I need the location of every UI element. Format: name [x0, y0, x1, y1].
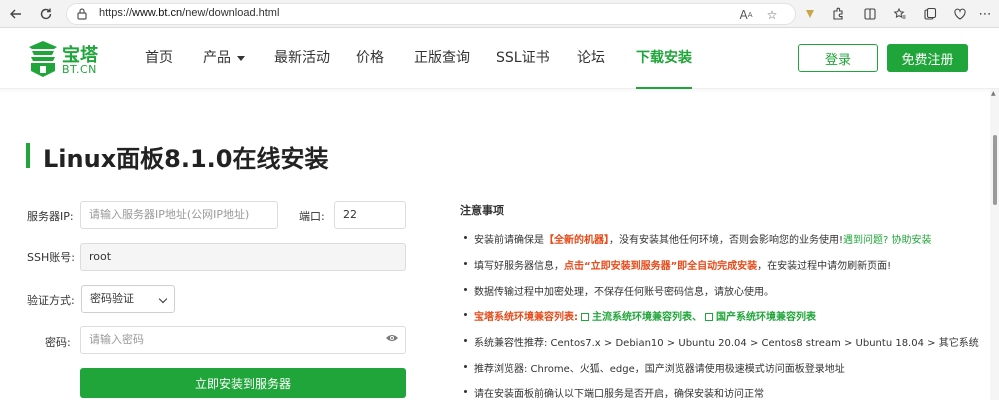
split-screen-icon[interactable]	[860, 4, 880, 24]
back-icon[interactable]	[5, 3, 27, 25]
more-menu-icon[interactable]: ⋯	[975, 4, 995, 24]
note-item: 填写好服务器信息，点击“立即安装到服务器”即全自动完成安装，在安装过程中请勿刷新…	[463, 257, 892, 272]
scroll-up-arrow-icon[interactable]: ▲	[991, 90, 996, 97]
port-label: 端口:	[299, 210, 325, 223]
domestic-compat-link[interactable]: 国产系统环境兼容列表	[716, 312, 816, 323]
note-item: 安装前请确保是【全新的机器】，没有安装其他任何环境，否则会影响您的业务使用!遇到…	[464, 231, 932, 246]
nav-forum[interactable]: 论坛	[577, 47, 605, 67]
auth-method-value: 密码验证	[90, 292, 134, 305]
password-label: 密码:	[45, 336, 71, 349]
register-button[interactable]: 免费注册	[887, 44, 968, 72]
chevron-down-icon	[237, 55, 245, 61]
auth-method-label: 验证方式:	[27, 294, 75, 307]
notes-title: 注意事项	[460, 204, 504, 217]
server-ip-input[interactable]: 请输入服务器IP地址(公网IP地址)	[80, 201, 278, 229]
collections-icon[interactable]	[920, 4, 940, 24]
ssh-account-input[interactable]: root	[80, 243, 406, 271]
note-highlight: 【全新的机器】	[544, 235, 609, 246]
scrollbar-thumb[interactable]	[993, 135, 997, 205]
note-item: 推荐浏览器: Chrome、火狐、edge，国产浏览器请使用极速模式访问面板登录…	[464, 360, 845, 375]
list-icon	[705, 313, 713, 321]
mainstream-compat-link[interactable]: 主流系统环境兼容列表、	[592, 312, 702, 323]
lock-icon[interactable]	[76, 7, 90, 21]
logo-text-en: BT.CN	[62, 63, 97, 76]
password-input[interactable]: 请输入密码	[80, 326, 406, 354]
favorite-star-icon[interactable]: ☆	[763, 6, 781, 24]
browser-toolbar: https://www.bt.cn/new/download.html AA ☆…	[0, 0, 999, 28]
url-path: /new/download.html	[182, 7, 280, 19]
note-text: ，没有安装其他任何环境，否则会影响您的业务使用!	[609, 235, 844, 246]
note-text: 安装前请确保是	[474, 235, 544, 246]
note-item: 系统兼容性推荐: Centos7.x > Debian10 > Ubuntu 2…	[464, 334, 979, 349]
extension-icon[interactable]	[800, 4, 820, 24]
nav-download-install[interactable]: 下载安装	[636, 47, 692, 89]
note-item: 请在安装面板前确认以下端口服务是否开启，确保安装和访问正常	[464, 385, 764, 400]
address-bar[interactable]: https://www.bt.cn/new/download.html AA ☆	[66, 3, 796, 25]
note-text: 填写好服务器信息，	[474, 261, 564, 272]
nav-home[interactable]: 首页	[145, 47, 173, 67]
bt-logo[interactable]: 宝塔 BT.CN	[26, 37, 106, 81]
url-host: www.bt.cn	[132, 7, 183, 19]
note-item: 数据传输过程中加密处理，不保存任何账号密码信息，请放心使用。	[464, 283, 774, 298]
note-item: 宝塔系统环境兼容列表: 主流系统环境兼容列表、 国产系统环境兼容列表	[464, 308, 816, 323]
browser-essentials-icon[interactable]	[950, 4, 970, 24]
refresh-icon[interactable]	[35, 3, 57, 25]
puzzle-icon[interactable]	[828, 4, 848, 24]
help-install-link[interactable]: 遇到问题? 协助安装	[843, 235, 932, 246]
nav-products[interactable]: 产品	[203, 47, 245, 67]
note-highlight: 点击“立即安装到服务器”即全自动完成安装	[564, 261, 758, 272]
read-aloud-icon[interactable]: AA	[737, 6, 755, 24]
note-text: ，在安装过程中请勿刷新页面!	[757, 261, 892, 272]
pagoda-logo-icon	[29, 41, 57, 77]
auth-method-select[interactable]: 密码验证	[81, 285, 175, 313]
title-accent-bar	[26, 143, 30, 168]
nav-products-label: 产品	[203, 50, 231, 66]
list-icon	[581, 313, 589, 321]
favorites-icon[interactable]	[890, 4, 910, 24]
port-input[interactable]: 22	[334, 201, 406, 229]
install-to-server-button[interactable]: 立即安装到服务器	[80, 368, 406, 398]
chevron-down-icon	[158, 294, 168, 304]
url-scheme: https://	[99, 7, 133, 19]
nav-license-check[interactable]: 正版查询	[414, 47, 470, 67]
url-text: https://www.bt.cn/new/download.html	[99, 7, 279, 19]
nav-latest-activities[interactable]: 最新活动	[274, 47, 330, 67]
login-button[interactable]: 登录	[798, 44, 878, 72]
compat-list-label: 宝塔系统环境兼容列表:	[474, 312, 578, 323]
show-password-eye-icon[interactable]	[385, 333, 399, 343]
nav-pricing[interactable]: 价格	[356, 47, 384, 67]
page-title: Linux面板8.1.0在线安装	[43, 145, 329, 173]
ssh-account-label: SSH账号:	[27, 251, 75, 264]
site-header: 宝塔 BT.CN 首页 产品 最新活动 价格 正版查询 SSL证书 论坛 下载安…	[0, 29, 999, 89]
nav-ssl[interactable]: SSL证书	[496, 47, 550, 67]
server-ip-label: 服务器IP:	[27, 210, 74, 223]
